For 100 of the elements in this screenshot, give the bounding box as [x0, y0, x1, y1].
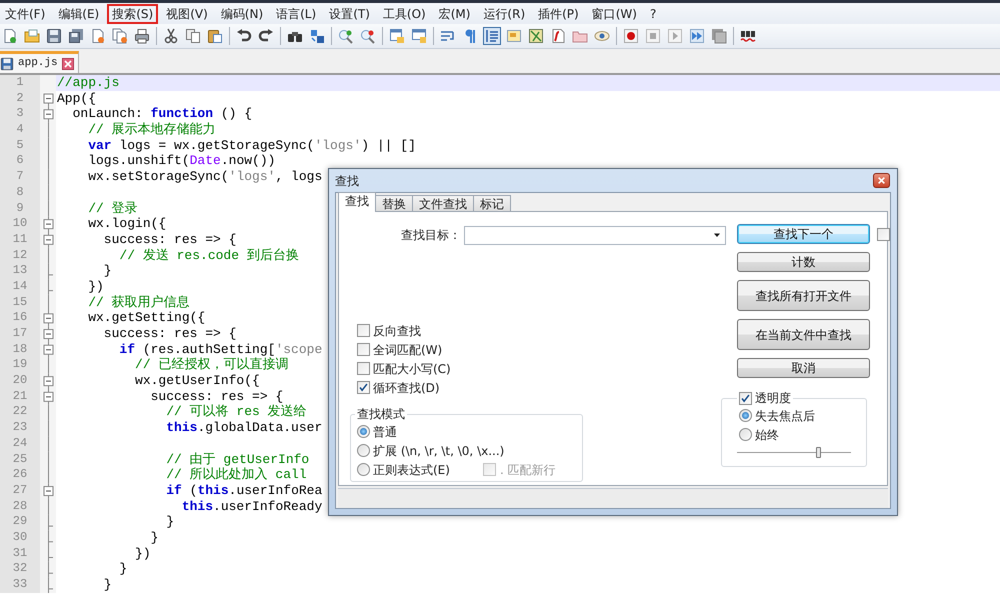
checkbox[interactable] — [877, 228, 890, 241]
line-number: 23 — [12, 420, 28, 436]
line-number: 27 — [12, 482, 28, 499]
dialog-button[interactable]: 在当前文件中查找 — [737, 319, 870, 350]
menu-item[interactable]: 视图(V) — [161, 4, 213, 24]
indent-guide-icon[interactable] — [484, 28, 500, 44]
menu-item[interactable]: 宏(M) — [434, 4, 476, 24]
save-all-icon[interactable] — [68, 28, 84, 44]
code-line: } — [102, 263, 112, 278]
line-number: 14 — [12, 278, 28, 295]
replace-icon[interactable] — [309, 28, 325, 44]
menu-item[interactable]: 工具(O) — [378, 4, 431, 24]
window-sync-icon[interactable] — [389, 28, 405, 44]
option-label: 正则表达式(E) — [373, 462, 450, 478]
panel-icon[interactable] — [506, 28, 522, 44]
code-line: success: res => { — [102, 326, 236, 341]
field-label: 查找目标： — [400, 227, 462, 244]
print-icon[interactable] — [134, 28, 150, 44]
menu-item[interactable]: ? — [644, 4, 662, 24]
dialog-button[interactable]: 查找下一个 — [737, 224, 870, 244]
option-label: 反向查找 — [373, 322, 421, 340]
dialog-button[interactable]: 取消 — [737, 358, 870, 378]
menu-item[interactable]: 窗口(W) — [586, 4, 642, 24]
open-folder-icon[interactable] — [24, 28, 40, 44]
dropdown-arrow-icon[interactable] — [713, 231, 721, 239]
window-split-icon[interactable] — [411, 28, 427, 44]
line-number: 31 — [12, 546, 28, 562]
code-line: this.globalData.user — [165, 420, 322, 436]
cut-icon[interactable] — [163, 28, 179, 44]
code-line: App({ — [57, 90, 96, 106]
save-macro-icon[interactable] — [711, 28, 727, 44]
line-number: 19 — [12, 357, 28, 374]
option-label: 透明度 — [755, 390, 791, 406]
menu-item[interactable]: 语言(L) — [271, 4, 322, 24]
close-button[interactable] — [873, 173, 890, 188]
code-line: }) — [134, 546, 151, 561]
slider-thumb[interactable] — [816, 447, 822, 458]
code-line: onLaunch: function () { — [72, 106, 252, 122]
new-file-icon[interactable] — [2, 28, 18, 44]
dialog-tab[interactable]: 文件查找 — [412, 195, 474, 212]
menu-item[interactable]: 运行(R) — [478, 4, 530, 24]
eye-icon[interactable] — [594, 28, 610, 44]
play-multiple-icon[interactable] — [689, 28, 705, 44]
opacity-slider[interactable] — [737, 447, 851, 458]
radio-button[interactable] — [739, 428, 752, 441]
line-number: 9 — [15, 200, 25, 216]
checkbox[interactable] — [739, 392, 752, 404]
play-icon[interactable] — [667, 28, 683, 44]
menu-item[interactable]: 编码(N) — [216, 4, 268, 24]
record-icon[interactable] — [623, 28, 639, 44]
line-number: 32 — [12, 561, 28, 577]
menu-item[interactable]: 插件(P) — [533, 4, 584, 24]
radio-button[interactable] — [357, 425, 370, 438]
code-line: if (this.userInfoRea — [165, 482, 322, 498]
checkbox[interactable] — [357, 324, 370, 337]
dialog-button[interactable]: 计数 — [737, 252, 870, 272]
checkbox[interactable] — [357, 381, 370, 394]
file-tab[interactable]: app.js — [0, 51, 79, 73]
redo-icon[interactable] — [258, 28, 274, 44]
menu-item[interactable]: 设置(T) — [324, 4, 375, 24]
save-icon[interactable] — [46, 28, 62, 44]
close-all-icon[interactable] — [112, 28, 128, 44]
menu-item[interactable]: 搜索(S) — [107, 4, 158, 24]
undo-icon[interactable] — [236, 28, 252, 44]
line-number: 20 — [12, 373, 28, 389]
menu-item[interactable]: 文件(F) — [0, 4, 50, 24]
line-number: 28 — [12, 498, 28, 514]
line-number: 8 — [15, 184, 25, 200]
option-label: 失去焦点后 — [755, 408, 815, 424]
close-tab-icon[interactable] — [62, 58, 74, 70]
spellcheck-icon[interactable] — [740, 28, 756, 44]
checkbox[interactable] — [357, 362, 370, 375]
close-file-icon[interactable] — [90, 28, 106, 44]
dialog-button[interactable]: 查找所有打开文件 — [737, 280, 870, 311]
option-label: 扩展 (\n, \r, \t, \0, \x...) — [373, 442, 504, 460]
code-line: // 展示本地存储能力 — [87, 122, 216, 138]
line-number: 25 — [12, 452, 28, 468]
line-number: 2 — [15, 90, 25, 106]
line-number: 3 — [15, 106, 25, 122]
code-line: // 已经授权，可以直接调 — [134, 357, 288, 372]
zoom-in-icon[interactable] — [338, 28, 354, 44]
save-icon — [0, 56, 14, 70]
checkbox[interactable] — [357, 343, 370, 356]
line-number: 16 — [12, 310, 28, 326]
paste-icon[interactable] — [207, 28, 223, 44]
fold-tree-drawing[interactable] — [40, 75, 56, 594]
dialog-tab[interactable]: 查找 — [338, 192, 376, 212]
radio-button[interactable] — [357, 463, 370, 476]
copy-icon[interactable] — [185, 28, 201, 44]
zoom-out-icon[interactable] — [360, 28, 376, 44]
code-line: // 由于 getUserInfo — [165, 452, 310, 466]
line-number: 21 — [12, 388, 28, 404]
code-line: } — [118, 561, 128, 576]
radio-button[interactable] — [357, 444, 370, 457]
search-field[interactable] — [464, 226, 726, 244]
radio-button[interactable] — [739, 409, 752, 422]
option-label: . 匹配新行 — [500, 462, 556, 478]
menu-item[interactable]: 编辑(E) — [53, 4, 104, 24]
dialog-tab[interactable]: 标记 — [473, 195, 511, 212]
stop-icon[interactable] — [645, 28, 661, 44]
